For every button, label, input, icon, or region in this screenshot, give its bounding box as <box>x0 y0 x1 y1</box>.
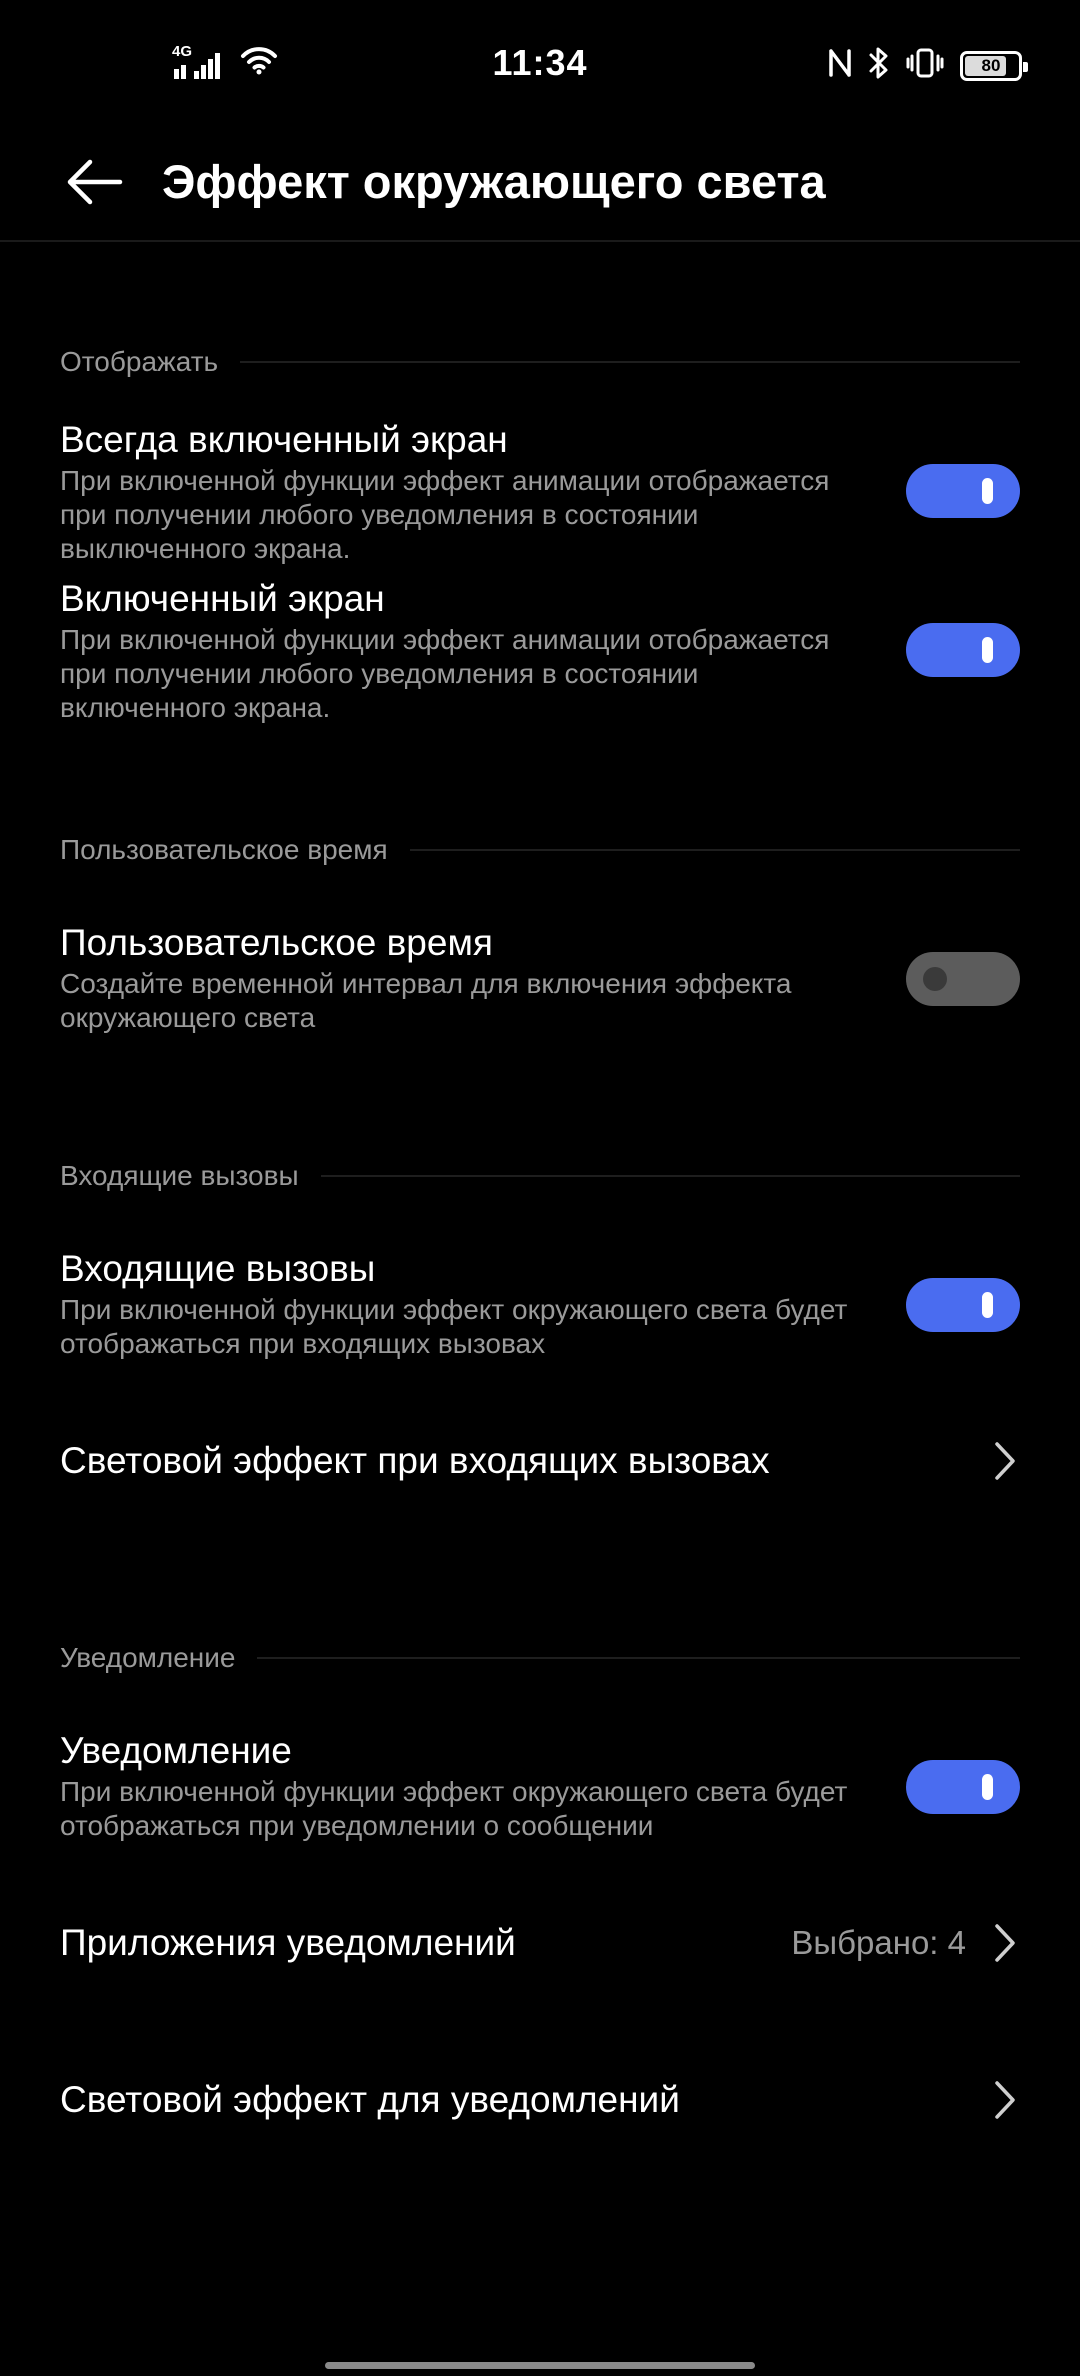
screen-on-toggle[interactable] <box>906 623 1020 677</box>
setting-description: При включенной функции эффект анимации о… <box>60 624 830 723</box>
toggle-knob <box>923 967 947 991</box>
battery-level: 80 <box>981 55 1001 75</box>
nav-title: Световой эффект для уведомлений <box>60 2079 680 2120</box>
nav-title: Приложения уведомлений <box>60 1922 516 1963</box>
section-label: Уведомление <box>60 1642 236 1673</box>
section-incoming-calls: Входящие вызовы <box>60 1160 1020 1192</box>
bluetooth-icon <box>868 46 890 85</box>
setting-custom-time[interactable]: Пользовательское время Создайте временно… <box>60 919 1020 1035</box>
notification-light-effect-row[interactable]: Световой эффект для уведомлений <box>60 2060 1020 2140</box>
setting-title: Входящие вызовы <box>60 1248 376 1289</box>
setting-description: При включенной функции эффект окружающег… <box>60 1294 848 1359</box>
setting-title: Уведомление <box>60 1730 292 1771</box>
section-divider <box>257 1657 1020 1659</box>
back-arrow-icon <box>67 159 123 205</box>
setting-incoming-calls[interactable]: Входящие вызовы При включенной функции э… <box>60 1245 1020 1361</box>
setting-notifications[interactable]: Уведомление При включенной функции эффек… <box>60 1727 1020 1843</box>
selected-count: Выбрано: 4 <box>791 1924 966 1961</box>
section-divider <box>320 1175 1020 1177</box>
toggle-knob <box>982 1292 993 1318</box>
app-header: Эффект окружающего света <box>0 130 1080 242</box>
section-display: Отображать <box>60 346 1020 378</box>
toggle-knob <box>982 1774 993 1800</box>
setting-description: При включенной функции эффект окружающег… <box>60 1776 848 1841</box>
vibrate-icon <box>906 47 944 84</box>
nfc-icon <box>828 47 852 84</box>
incoming-calls-toggle[interactable] <box>906 1278 1020 1332</box>
chevron-right-icon <box>990 2078 1020 2122</box>
status-right: 80 <box>828 46 1028 85</box>
section-divider <box>240 361 1020 363</box>
section-divider <box>409 849 1020 851</box>
battery-icon: 80 <box>960 50 1028 81</box>
home-indicator[interactable] <box>325 2362 755 2369</box>
toggle-knob <box>982 637 993 663</box>
section-custom-time: Пользовательское время <box>60 834 1020 866</box>
section-label: Пользовательское время <box>60 834 388 865</box>
section-label: Отображать <box>60 346 219 377</box>
setting-always-on[interactable]: Всегда включенный экран При включенной ф… <box>60 416 1020 566</box>
back-button[interactable] <box>54 142 134 222</box>
setting-screen-on[interactable]: Включенный экран При включенной функции … <box>60 575 1020 725</box>
setting-description: Создайте временной интервал для включени… <box>60 968 792 1033</box>
custom-time-toggle[interactable] <box>906 952 1020 1006</box>
screen: 4G 11:34 80 Эффект окружающего света Ото… <box>0 0 1080 2376</box>
section-label: Входящие вызовы <box>60 1160 299 1191</box>
page-title: Эффект окружающего света <box>162 155 826 208</box>
toggle-knob <box>982 478 993 504</box>
chevron-right-icon <box>990 1921 1020 1965</box>
chevron-right-icon <box>990 1439 1020 1483</box>
setting-description: При включенной функции эффект анимации о… <box>60 465 830 564</box>
notification-apps-row[interactable]: Приложения уведомлений Выбрано: 4 <box>60 1903 1020 1983</box>
notifications-toggle[interactable] <box>906 1760 1020 1814</box>
section-notifications: Уведомление <box>60 1642 1020 1674</box>
setting-title: Включенный экран <box>60 578 385 619</box>
nav-title: Световой эффект при входящих вызовах <box>60 1440 770 1481</box>
incoming-call-light-effect-row[interactable]: Световой эффект при входящих вызовах <box>60 1421 1020 1501</box>
status-bar: 4G 11:34 80 <box>0 0 1080 130</box>
setting-title: Всегда включенный экран <box>60 419 508 460</box>
setting-title: Пользовательское время <box>60 922 493 963</box>
always-on-toggle[interactable] <box>906 464 1020 518</box>
